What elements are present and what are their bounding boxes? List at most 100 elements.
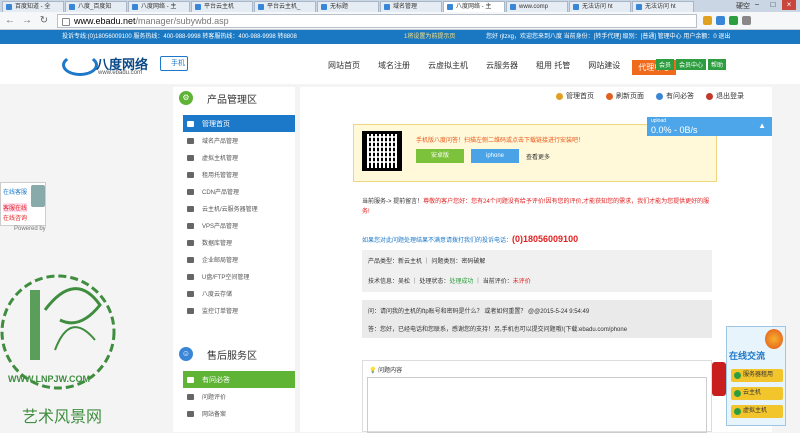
mobile-version-link[interactable]: 手机	[160, 56, 188, 71]
maximize-button[interactable]: □	[766, 0, 780, 10]
sidebar-item[interactable]: 云主机/云服务器管理	[183, 200, 295, 217]
browser-tab[interactable]: 无法访问 ht	[632, 1, 694, 12]
member-button[interactable]: 帮助	[708, 59, 727, 70]
main-nav-item[interactable]: 网站建设	[588, 60, 620, 75]
sidebar-item-icon	[187, 290, 194, 297]
browser-tab[interactable]: 八度网络 - 主	[443, 1, 505, 12]
status-badge: 处理成功	[449, 279, 474, 285]
main-nav-item[interactable]: 云虚拟主机	[428, 60, 468, 75]
chat-online-link[interactable]: 客服在线	[3, 203, 28, 212]
sidebar-item[interactable]: 数据库管理	[183, 234, 295, 251]
sidebar-item-icon	[187, 393, 194, 400]
question-text: 问：请问我的主机的ftp账号和密码是什么？ 或者如何重置？ @@2015-5-2…	[368, 309, 590, 315]
set-home-link[interactable]: 1将设置为前提示页	[404, 30, 455, 44]
extension-icon[interactable]	[703, 16, 712, 25]
chevron-up-icon[interactable]: ▲	[758, 121, 766, 130]
right-chat-panel: 在线交流 服务器租用 云主机 虚拟主机	[726, 326, 786, 426]
sidebar-item-icon	[187, 273, 194, 280]
question-content-textarea[interactable]	[367, 377, 707, 433]
extension-icon[interactable]	[729, 16, 738, 25]
sidebar-item[interactable]: 域名产品管理	[183, 132, 295, 149]
button-label: 有问必答	[666, 93, 694, 100]
content-top-button[interactable]: 有问必答	[656, 91, 694, 101]
sidebar-item-label: 监控订单管理	[202, 309, 239, 315]
sidebar-item-label: 企业邮局管理	[202, 258, 239, 264]
button-label: 管理首页	[566, 93, 594, 100]
iphone-download-button[interactable]: iphone	[471, 149, 519, 163]
member-button[interactable]: 会员	[656, 59, 675, 70]
speed-label: upload	[651, 118, 667, 124]
button-icon	[556, 92, 563, 100]
left-chat-widget[interactable]: 在线客服 客服在线 在线咨询	[0, 182, 46, 226]
menu-icon[interactable]	[742, 16, 751, 25]
tech-line: 技术信息：吴松 ｜ 处理状态：处理成功 ｜ 当前评价：未评价	[368, 276, 531, 285]
sidebar-item[interactable]: 租用托管管理	[183, 166, 295, 183]
browser-tab[interactable]: 无法访问 ht	[569, 1, 631, 12]
main-nav-item[interactable]: 网站首页	[328, 60, 360, 75]
sidebar-item[interactable]: 企业邮局管理	[183, 251, 295, 268]
minimize-button[interactable]: −	[750, 0, 764, 10]
sidebar-item[interactable]: 管理首页	[183, 115, 295, 132]
right-panel-button[interactable]: 服务器租用	[731, 369, 783, 382]
content-top-button[interactable]: 管理首页	[556, 91, 594, 101]
watermark-brand: 艺术风景网	[22, 407, 102, 426]
reload-button[interactable]: ↻	[37, 14, 51, 28]
extension-icon[interactable]	[716, 16, 725, 25]
browser-tab[interactable]: www.comp	[506, 1, 568, 12]
close-window-button[interactable]: ×	[782, 0, 796, 10]
browser-tab[interactable]: 百度知道 - 全	[2, 1, 64, 12]
main-content: 管理首页 刷新页面 有问必答 退出登录 手机版八度问答！扫描左侧二维码或点击下载链接进…	[300, 87, 772, 433]
browser-tab[interactable]: 八度_百度知	[65, 1, 127, 12]
back-button[interactable]: ←	[3, 14, 17, 28]
sidebar-item-label: 数据库管理	[202, 241, 233, 247]
forward-button[interactable]: →	[20, 14, 34, 28]
notice-text: 当前服务-> 提前留言！尊敬的客户您好：您有24个问题没有给予评价!因有您的评价…	[362, 197, 714, 217]
sidebar-section-products: ⚙ 产品管理区	[173, 87, 295, 109]
sidebar-item-label: 虚拟主机管理	[202, 156, 239, 162]
view-more-link[interactable]: 查看更多	[526, 152, 550, 161]
sidebar-item[interactable]: 有问必答	[183, 371, 295, 388]
url-input[interactable]: www.ebadu.net/manager/subywbd.asp	[57, 13, 697, 28]
app-tip: 手机版八度问答！扫描左侧二维码或点击下载链接进行安装吧！	[416, 138, 585, 144]
browser-user-badge[interactable]: 硬空	[736, 1, 750, 11]
float-red-tab[interactable]	[712, 362, 726, 396]
sidebar-item[interactable]: 监控订单管理	[183, 302, 295, 319]
main-nav-item[interactable]: 域名注册	[378, 60, 410, 75]
browser-tab[interactable]: 平台云主机_	[254, 1, 316, 12]
sidebar-item[interactable]: 虚拟主机管理	[183, 149, 295, 166]
upload-speed-widget[interactable]: upload 0.0% - 0B/s ▲	[647, 117, 772, 136]
button-label: 刷新页面	[616, 93, 644, 100]
sidebar-item-icon	[187, 120, 194, 127]
main-nav-item[interactable]: 租用 托管	[536, 60, 570, 75]
main-nav-item[interactable]: 云服务器	[486, 60, 518, 75]
sidebar-item[interactable]: CDN产品管理	[183, 183, 295, 200]
question-content-label: 💡 问题内容	[369, 368, 403, 374]
sidebar-item-label: 管理首页	[202, 120, 230, 128]
content-top-button[interactable]: 刷新页面	[606, 91, 644, 101]
right-panel-button[interactable]: 虚拟主机	[731, 405, 783, 418]
content-top-button[interactable]: 退出登录	[706, 91, 744, 101]
logo-sub: www.ebadu.com	[98, 70, 143, 76]
sidebar-item-label: 八度云存储	[202, 292, 233, 298]
right-panel-button[interactable]: 云主机	[731, 387, 783, 400]
sidebar-section-title: 产品管理区	[207, 94, 257, 106]
extension-icons	[703, 16, 751, 25]
android-download-button[interactable]: 安卓版	[416, 149, 464, 163]
button-icon	[706, 92, 713, 100]
product-line: 产品类型：新云主机 ｜ 问题类别：密码破解	[368, 259, 486, 265]
sidebar-item[interactable]: 问题评价	[183, 388, 295, 405]
sidebar-item[interactable]: VPS产品管理	[183, 217, 295, 234]
browser-tab[interactable]: 域名管理	[380, 1, 442, 12]
sidebar-item[interactable]: 八度云存储	[183, 285, 295, 302]
sidebar-item[interactable]: 网站备案	[183, 405, 295, 422]
sidebar-item[interactable]: U盘/FTP空间管理	[183, 268, 295, 285]
sidebar-item-icon	[187, 376, 194, 383]
button-icon	[656, 92, 663, 100]
member-button[interactable]: 会员中心	[676, 59, 707, 70]
chat-consult-link[interactable]: 在线咨询	[3, 213, 27, 222]
browser-tab[interactable]: 无标题	[317, 1, 379, 12]
evaluation-link[interactable]: 未评价	[513, 279, 531, 285]
browser-tab[interactable]: 八度网络 - 主	[128, 1, 190, 12]
site-logo[interactable]: 八度网络 www.ebadu.com	[62, 52, 162, 78]
browser-tab[interactable]: 平台云主机	[191, 1, 253, 12]
